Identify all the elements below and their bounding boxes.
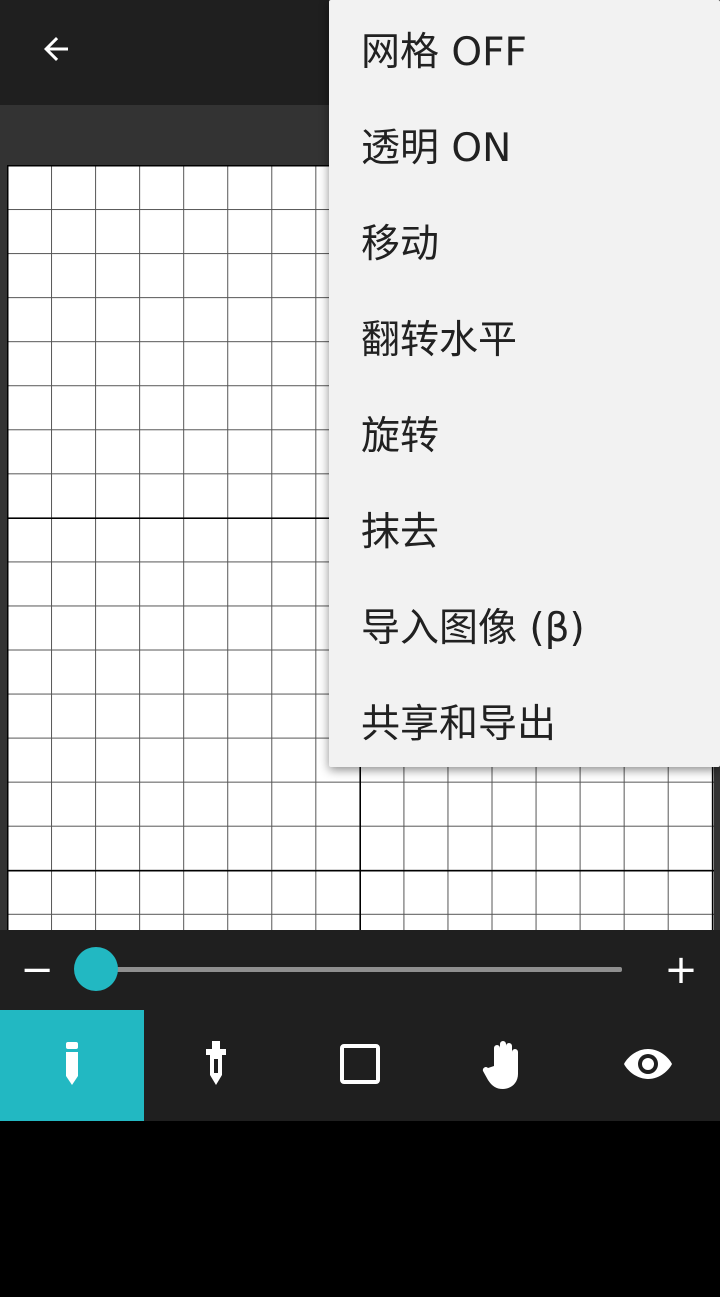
menu-item-import-image[interactable]: 导入图像 (β) — [329, 577, 720, 673]
tool-bar — [0, 1010, 720, 1121]
overflow-menu: 网格 OFF 透明 ON 移动 翻转水平 旋转 抹去 导入图像 (β) 共享和导… — [329, 0, 720, 767]
pencil-tool-button[interactable] — [0, 1010, 144, 1121]
pencil-icon — [62, 1041, 82, 1090]
menu-item-grid-toggle[interactable]: 网格 OFF — [329, 1, 720, 97]
square-icon — [339, 1043, 381, 1089]
slider-track[interactable] — [96, 967, 622, 972]
arrow-left-icon — [38, 31, 74, 71]
menu-item-move[interactable]: 移动 — [329, 193, 720, 289]
menu-item-transparency-toggle[interactable]: 透明 ON — [329, 97, 720, 193]
decrease-size-button[interactable]: − — [14, 948, 60, 992]
hand-icon — [480, 1038, 528, 1094]
menu-item-flip-horizontal[interactable]: 翻转水平 — [329, 289, 720, 385]
preview-tool-button[interactable] — [576, 1010, 720, 1121]
eyedropper-icon — [204, 1040, 228, 1091]
pan-tool-button[interactable] — [432, 1010, 576, 1121]
menu-item-share-export[interactable]: 共享和导出 — [329, 673, 720, 769]
back-button[interactable] — [28, 26, 84, 76]
rectangle-tool-button[interactable] — [288, 1010, 432, 1121]
menu-item-rotate[interactable]: 旋转 — [329, 385, 720, 481]
slider-thumb[interactable] — [74, 947, 118, 991]
eye-icon — [623, 1047, 673, 1085]
brush-size-slider-row: − + — [0, 930, 720, 1010]
eyedropper-tool-button[interactable] — [144, 1010, 288, 1121]
increase-size-button[interactable]: + — [658, 948, 704, 992]
pixel-editor-screen: − + 网格 OFF 透明 ON 移动 翻转水平 旋转 抹去 导入图像 (β) … — [0, 0, 720, 1297]
menu-item-erase[interactable]: 抹去 — [329, 481, 720, 577]
